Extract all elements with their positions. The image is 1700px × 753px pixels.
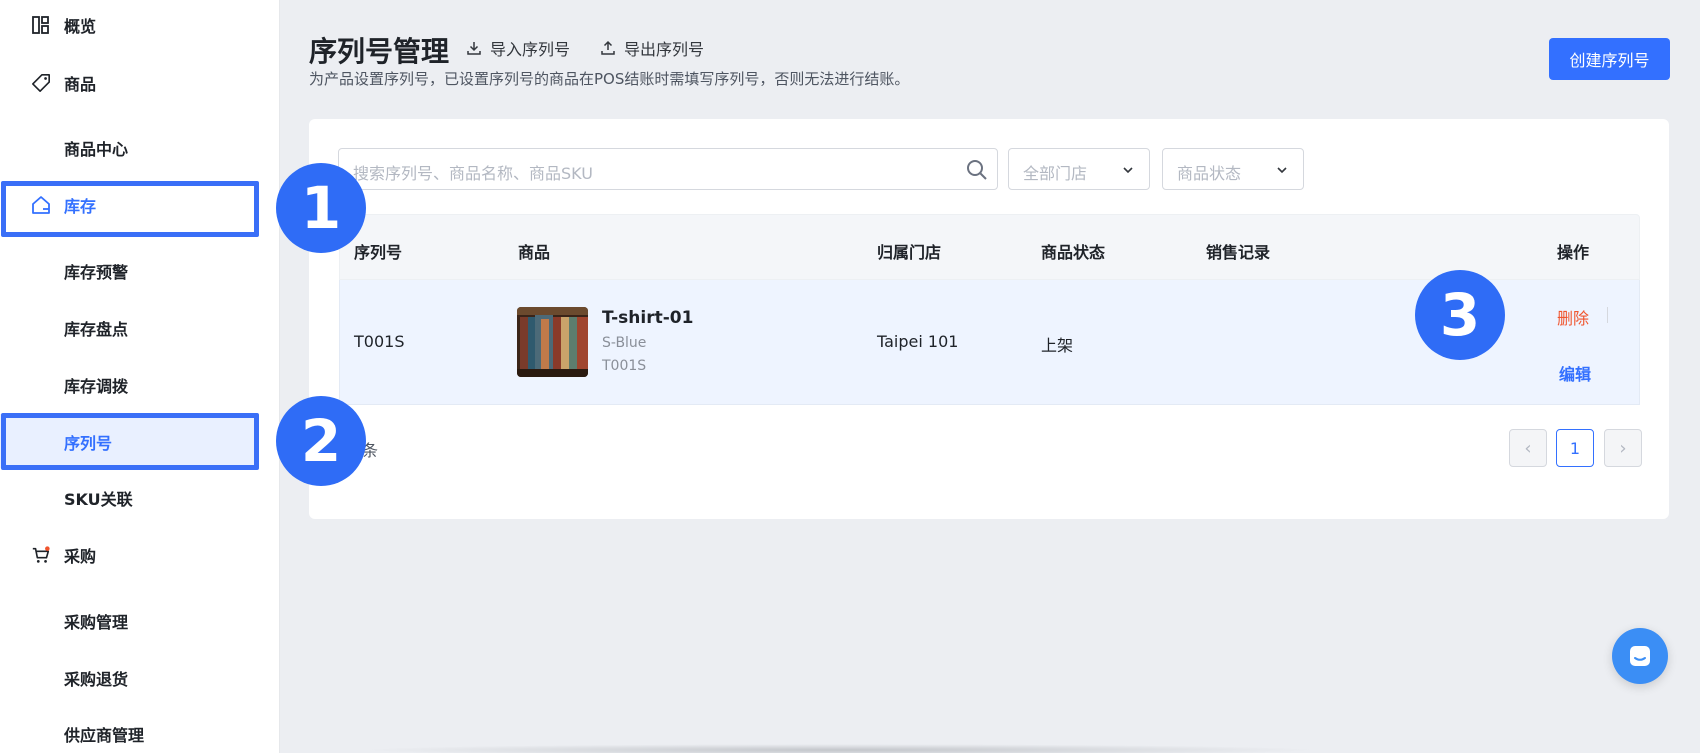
column-store: 归属门店	[877, 243, 942, 262]
sidebar-item-transfer[interactable]: 库存调拨	[0, 365, 280, 405]
cart-icon	[31, 545, 51, 565]
action-divider	[1607, 307, 1608, 323]
next-page-button[interactable]: ›	[1604, 429, 1642, 467]
edit-button[interactable]: 编辑	[1559, 361, 1591, 385]
sidebar: 概览 商品 商品中心 库存 库存预警 库存盘点 库存调拨 序列号 SKU关联 采…	[0, 0, 280, 753]
chevron-down-icon	[1277, 167, 1287, 174]
search-input[interactable]: 搜索序列号、商品名称、商品SKU	[338, 148, 998, 190]
sidebar-item-purchase-return[interactable]: 采购退货	[0, 658, 280, 698]
download-icon	[467, 42, 481, 55]
status-select-placeholder: 商品状态	[1177, 164, 1242, 183]
sidebar-item-label: SKU关联	[64, 490, 133, 509]
page-description: 为产品设置序列号，已设置序列号的商品在POS结账时需填写序列号，否则无法进行结账…	[309, 70, 910, 88]
annotation-badge-3: 3	[1415, 270, 1505, 360]
store-select-placeholder: 全部门店	[1023, 164, 1088, 183]
product-thumbnail	[517, 307, 588, 377]
annotation-badge-2: 2	[276, 396, 366, 486]
page-number-current[interactable]: 1	[1556, 429, 1594, 467]
column-sales-record: 销售记录	[1206, 243, 1271, 262]
search-placeholder: 搜索序列号、商品名称、商品SKU	[353, 164, 593, 183]
sidebar-item-label: 概览	[64, 17, 97, 36]
table-header: 序列号 商品 归属门店 商品状态 销售记录 操作	[339, 214, 1640, 280]
chat-icon	[1630, 646, 1650, 666]
sidebar-item-label: 商品中心	[64, 140, 129, 159]
product-variant: S-Blue	[602, 335, 647, 351]
highlight-box-inventory	[1, 181, 259, 237]
export-serial-button[interactable]: 导出序列号	[600, 36, 704, 60]
sidebar-item-purchase-manage[interactable]: 采购管理	[0, 601, 280, 641]
search-icon[interactable]	[965, 158, 989, 182]
sidebar-item-label: 库存调拨	[64, 377, 129, 396]
upload-icon	[601, 40, 615, 55]
dashboard-icon	[31, 15, 51, 35]
store-select[interactable]: 全部门店	[1008, 148, 1150, 190]
chat-button[interactable]	[1612, 628, 1668, 684]
sidebar-item-overview[interactable]: 概览	[0, 5, 280, 45]
sidebar-item-stock-alert[interactable]: 库存预警	[0, 251, 280, 291]
status-select[interactable]: 商品状态	[1162, 148, 1304, 190]
delete-button[interactable]: 删除	[1557, 305, 1589, 329]
import-label: 导入序列号	[490, 40, 571, 59]
bottom-shadow	[360, 744, 1320, 753]
cell-store: Taipei 101	[877, 332, 959, 351]
sidebar-item-sku-link[interactable]: SKU关联	[0, 478, 280, 518]
sidebar-item-label: 供应商管理	[64, 726, 145, 745]
cell-serial: T001S	[354, 332, 405, 351]
column-actions: 操作	[1557, 243, 1590, 262]
column-status: 商品状态	[1041, 243, 1106, 262]
sidebar-item-stocktake[interactable]: 库存盘点	[0, 308, 280, 348]
sidebar-item-label: 库存预警	[64, 263, 129, 282]
sidebar-item-label: 库存盘点	[64, 320, 129, 339]
product-sku: T001S	[602, 358, 647, 374]
export-label: 导出序列号	[624, 40, 705, 59]
prev-page-button[interactable]: ‹	[1509, 429, 1547, 467]
sidebar-item-label: 商品	[64, 75, 97, 94]
product-name[interactable]: T-shirt-01	[602, 308, 693, 328]
import-serial-button[interactable]: 导入序列号	[466, 36, 570, 60]
sidebar-item-products[interactable]: 商品	[0, 63, 280, 103]
chevron-down-icon	[1123, 167, 1133, 174]
sidebar-item-label: 采购	[64, 547, 97, 566]
highlight-box-serial-number	[1, 413, 259, 470]
sidebar-item-supplier[interactable]: 供应商管理	[0, 714, 280, 753]
page-title: 序列号管理	[309, 35, 450, 68]
column-serial: 序列号	[354, 243, 403, 262]
sidebar-item-label: 采购管理	[64, 613, 129, 632]
sidebar-item-purchase[interactable]: 采购	[0, 535, 280, 575]
create-serial-button[interactable]: 创建序列号	[1549, 38, 1670, 80]
cell-status: 上架	[1041, 336, 1074, 355]
sidebar-item-product-center[interactable]: 商品中心	[0, 128, 280, 168]
column-product: 商品	[518, 243, 551, 262]
tag-icon	[31, 73, 51, 93]
sidebar-item-label: 采购退货	[64, 670, 129, 689]
annotation-badge-1: 1	[276, 163, 366, 253]
